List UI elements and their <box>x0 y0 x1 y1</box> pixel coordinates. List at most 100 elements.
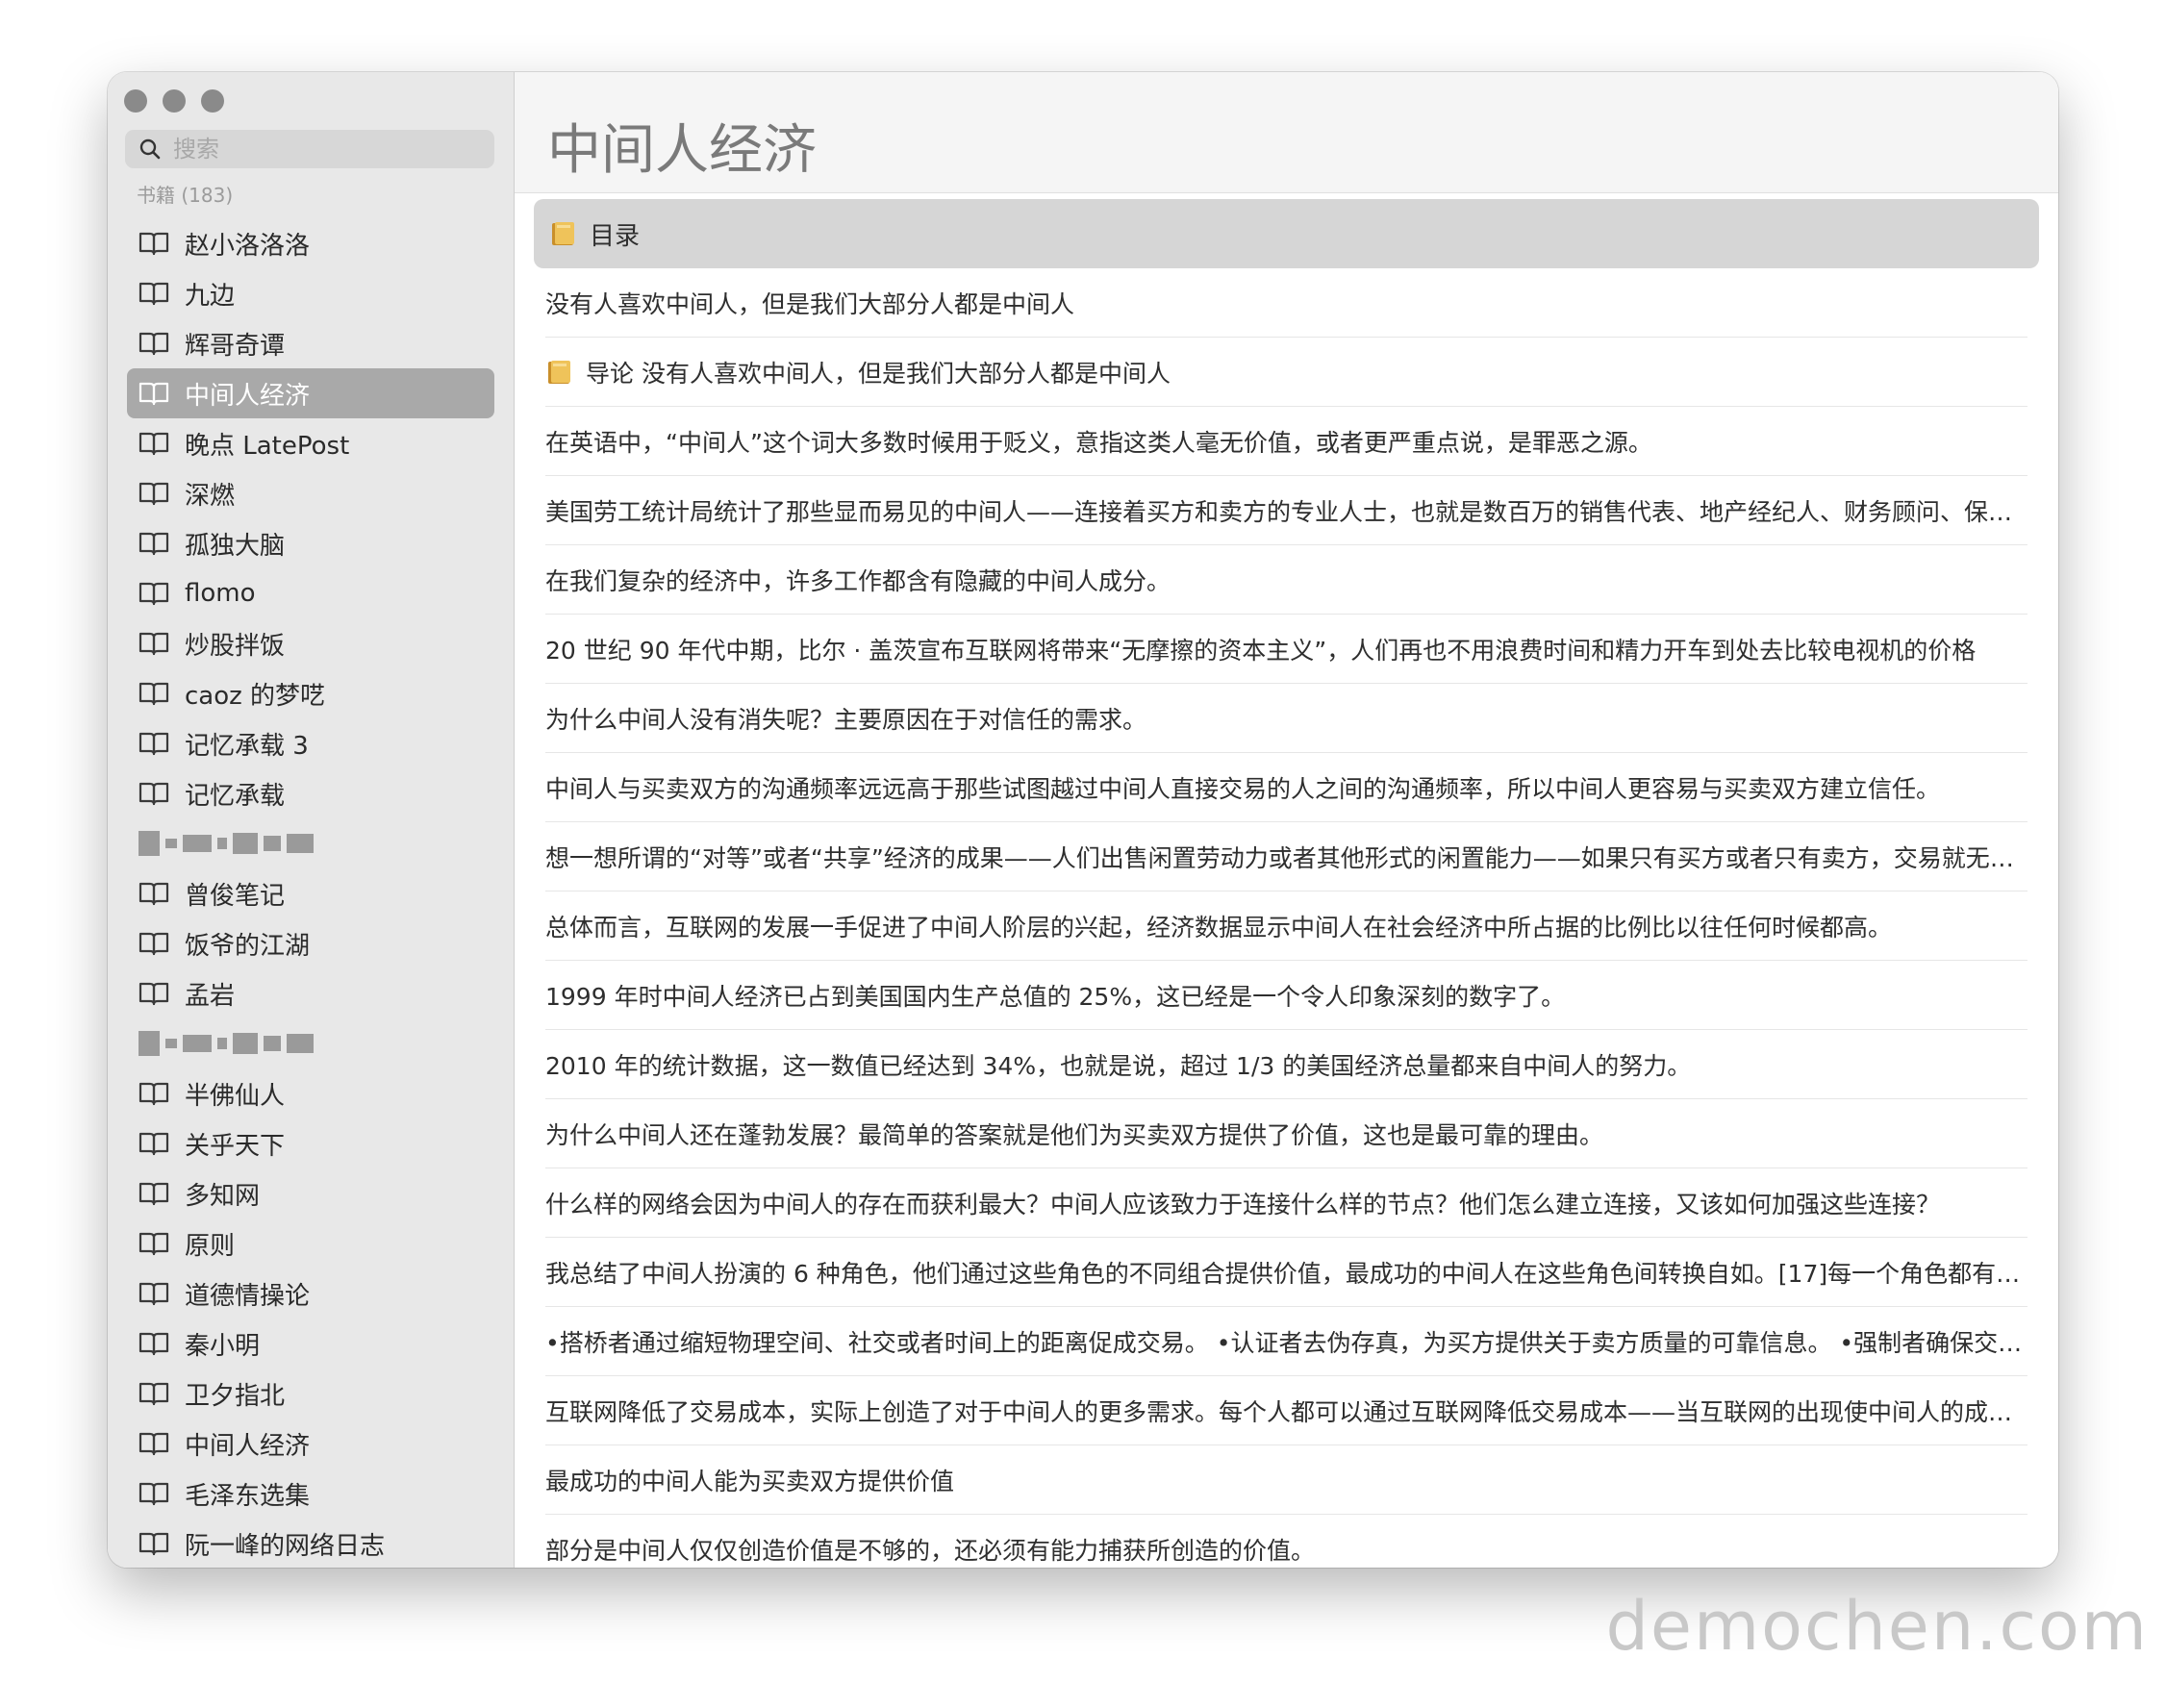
sidebar-book-item[interactable]: 记忆承载 3 <box>127 718 494 768</box>
chapter-row[interactable]: 互联网降低了交易成本，实际上创造了对于中间人的更多需求。每个人都可以通过互联网降… <box>545 1376 2027 1445</box>
chapter-row[interactable]: 总体而言，互联网的发展一手促进了中间人阶层的兴起，经济数据显示中间人在社会经济中… <box>545 892 2027 961</box>
chapter-text: •搭桥者通过缩短物理空间、社交或者时间上的距离促成交易。 •认证者去伪存真，为买… <box>545 1328 2027 1357</box>
sidebar-book-item[interactable]: 关乎天下 <box>127 1118 494 1168</box>
book-icon <box>139 1280 171 1307</box>
search-input[interactable] <box>171 135 483 163</box>
books-section-title: 书籍 (183) <box>137 184 234 207</box>
sidebar-book-item[interactable]: 九边 <box>127 268 494 318</box>
book-icon <box>139 930 171 957</box>
sidebar-book-item[interactable]: 孟岩 <box>127 968 494 1018</box>
book-icon <box>139 480 171 507</box>
book-icon <box>139 530 171 557</box>
sidebar-book-item[interactable]: 原则 <box>127 1218 494 1268</box>
page-title: 中间人经济 <box>547 119 817 182</box>
sidebar-book-item[interactable]: 饭爷的江湖 <box>127 918 494 968</box>
chapter-row[interactable]: 为什么中间人没有消失呢？主要原因在于对信任的需求。 <box>545 684 2027 753</box>
close-window-button[interactable] <box>124 89 147 113</box>
sidebar-book-item[interactable]: 晚点 LatePost <box>127 418 494 468</box>
sidebar-book-item[interactable]: 秦小明 <box>127 1319 494 1369</box>
book-icon <box>139 630 171 657</box>
chapter-row[interactable]: 美国劳工统计局统计了那些显而易见的中间人——连接着买方和卖方的专业人士，也就是数… <box>545 476 2027 545</box>
redacted-label <box>139 831 314 856</box>
sidebar-book-label: 记忆承载 3 <box>185 731 309 761</box>
chapter-text: 什么样的网络会因为中间人的存在而获利最大？中间人应该致力于连接什么样的节点？他们… <box>545 1190 1941 1218</box>
chapter-row[interactable]: 没有人喜欢中间人，但是我们大部分人都是中间人 <box>545 268 2027 338</box>
book-icon <box>139 580 171 607</box>
book-icon <box>139 680 171 707</box>
sidebar-book-item[interactable]: 孤独大脑 <box>127 518 494 568</box>
minimize-window-button[interactable] <box>163 89 186 113</box>
sidebar-book-item[interactable]: 多知网 <box>127 1168 494 1218</box>
window-controls <box>124 89 224 113</box>
chapter-row[interactable]: •搭桥者通过缩短物理空间、社交或者时间上的距离促成交易。 •认证者去伪存真，为买… <box>545 1307 2027 1376</box>
toc-row[interactable]: 目录 <box>534 199 2039 268</box>
chapter-row[interactable]: 中间人与买卖双方的沟通频率远远高于那些试图越过中间人直接交易的人之间的沟通频率，… <box>545 753 2027 822</box>
sidebar-book-item[interactable]: 半佛仙人 <box>127 1068 494 1118</box>
chapter-text: 我总结了中间人扮演的 6 种角色，他们通过这些角色的不同组合提供价值，最成功的中… <box>545 1259 2027 1288</box>
chapter-row[interactable]: 什么样的网络会因为中间人的存在而获利最大？中间人应该致力于连接什么样的节点？他们… <box>545 1168 2027 1238</box>
sidebar-book-label: 曾俊笔记 <box>185 881 286 911</box>
sidebar-book-item[interactable]: flomo <box>127 568 494 618</box>
chapter-text: 在英语中，“中间人”这个词大多数时候用于贬义，意指这类人毫无价值，或者更严重点说… <box>545 428 1652 457</box>
search-icon <box>139 138 161 160</box>
sidebar-book-item[interactable]: caoz 的梦呓 <box>127 668 494 718</box>
main-pane: 中间人经济 目录 没有人喜欢中间人，但是我们大部分人都是中间人导论 没有人喜欢中… <box>515 72 2058 1568</box>
chapter-row[interactable]: 在英语中，“中间人”这个词大多数时候用于贬义，意指这类人毫无价值，或者更严重点说… <box>545 407 2027 476</box>
chapter-row[interactable]: 我总结了中间人扮演的 6 种角色，他们通过这些角色的不同组合提供价值，最成功的中… <box>545 1238 2027 1307</box>
book-icon <box>139 1380 171 1407</box>
book-icon <box>139 1530 171 1557</box>
chapter-row[interactable]: 为什么中间人还在蓬勃发展？最简单的答案就是他们为买卖双方提供了价值，这也是最可靠… <box>545 1099 2027 1168</box>
chapter-text: 在我们复杂的经济中，许多工作都含有隐藏的中间人成分。 <box>545 566 1171 595</box>
sidebar-item-redacted[interactable] <box>127 818 494 868</box>
book-icon <box>139 1080 171 1107</box>
sidebar-book-item[interactable]: 卫夕指北 <box>127 1369 494 1419</box>
chapter-row[interactable]: 导论 没有人喜欢中间人，但是我们大部分人都是中间人 <box>545 338 2027 407</box>
sidebar-book-label: 半佛仙人 <box>185 1081 286 1111</box>
sidebar-book-item[interactable]: 毛泽东选集 <box>127 1469 494 1519</box>
sidebar-book-label: 赵小洛洛洛 <box>185 231 311 261</box>
sidebar-book-label: 关乎天下 <box>185 1131 286 1161</box>
chapter-text: 为什么中间人还在蓬勃发展？最简单的答案就是他们为买卖双方提供了价值，这也是最可靠… <box>545 1120 1604 1149</box>
zoom-window-button[interactable] <box>201 89 224 113</box>
sidebar-book-label: 多知网 <box>185 1181 261 1211</box>
chapter-text: 为什么中间人没有消失呢？主要原因在于对信任的需求。 <box>545 705 1147 734</box>
sidebar-book-label: flomo <box>185 579 256 608</box>
sidebar-book-label: 九边 <box>185 281 236 311</box>
sidebar-book-label: 孤独大脑 <box>185 531 286 561</box>
sidebar-book-label: 孟岩 <box>185 981 236 1011</box>
book-icon <box>139 280 171 307</box>
chapter-text: 没有人喜欢中间人，但是我们大部分人都是中间人 <box>545 289 1075 318</box>
sidebar-item-redacted[interactable] <box>127 1018 494 1068</box>
sidebar-book-label: 原则 <box>185 1231 236 1261</box>
sidebar-book-item[interactable]: 道德情操论 <box>127 1268 494 1319</box>
search-field[interactable] <box>125 130 494 168</box>
chapter-row[interactable]: 最成功的中间人能为买卖双方提供价值 <box>545 1445 2027 1515</box>
chapter-row[interactable]: 1999 年时中间人经济已占到美国国内生产总值的 25%，这已经是一个令人印象深… <box>545 961 2027 1030</box>
book-icon <box>139 330 171 357</box>
chapter-row[interactable]: 想一想所谓的“对等”或者“共享”经济的成果——人们出售闲置劳动力或者其他形式的闲… <box>545 822 2027 892</box>
book-icon <box>139 1130 171 1157</box>
watermark: demochen.com <box>1605 1587 2149 1666</box>
folder-icon <box>545 358 574 387</box>
sidebar-book-label: 中间人经济 <box>185 381 311 411</box>
book-icon <box>139 1330 171 1357</box>
book-icon <box>139 1180 171 1207</box>
sidebar-book-item[interactable]: 辉哥奇谭 <box>127 318 494 368</box>
sidebar-book-item[interactable]: 阮一峰的网络日志 <box>127 1519 494 1568</box>
sidebar-book-item[interactable]: 中间人经济 <box>127 368 494 418</box>
title-bar: 中间人经济 <box>515 72 2058 193</box>
sidebar-book-item[interactable]: 炒股拌饭 <box>127 618 494 668</box>
sidebar: 书籍 (183) 赵小洛洛洛九边辉哥奇谭中间人经济晚点 LatePost深燃孤独… <box>108 72 515 1568</box>
chapter-row[interactable]: 20 世纪 90 年代中期，比尔 · 盖茨宣布互联网将带来“无摩擦的资本主义”，… <box>545 615 2027 684</box>
chapter-row[interactable]: 2010 年的统计数据，这一数值已经达到 34%，也就是说，超过 1/3 的美国… <box>545 1030 2027 1099</box>
sidebar-book-item[interactable]: 曾俊笔记 <box>127 868 494 918</box>
chapter-row[interactable]: 部分是中间人仅仅创造价值是不够的，还必须有能力捕获所创造的价值。 <box>545 1515 2027 1568</box>
sidebar-book-item[interactable]: 中间人经济 <box>127 1419 494 1469</box>
chapter-text: 导论 没有人喜欢中间人，但是我们大部分人都是中间人 <box>586 359 1171 388</box>
sidebar-book-item[interactable]: 记忆承载 <box>127 768 494 818</box>
chapter-text: 美国劳工统计局统计了那些显而易见的中间人——连接着买方和卖方的专业人士，也就是数… <box>545 497 2027 526</box>
sidebar-book-item[interactable]: 深燃 <box>127 468 494 518</box>
sidebar-book-item[interactable]: 赵小洛洛洛 <box>127 218 494 268</box>
chapter-row[interactable]: 在我们复杂的经济中，许多工作都含有隐藏的中间人成分。 <box>545 545 2027 615</box>
sidebar-book-label: 毛泽东选集 <box>185 1481 311 1511</box>
